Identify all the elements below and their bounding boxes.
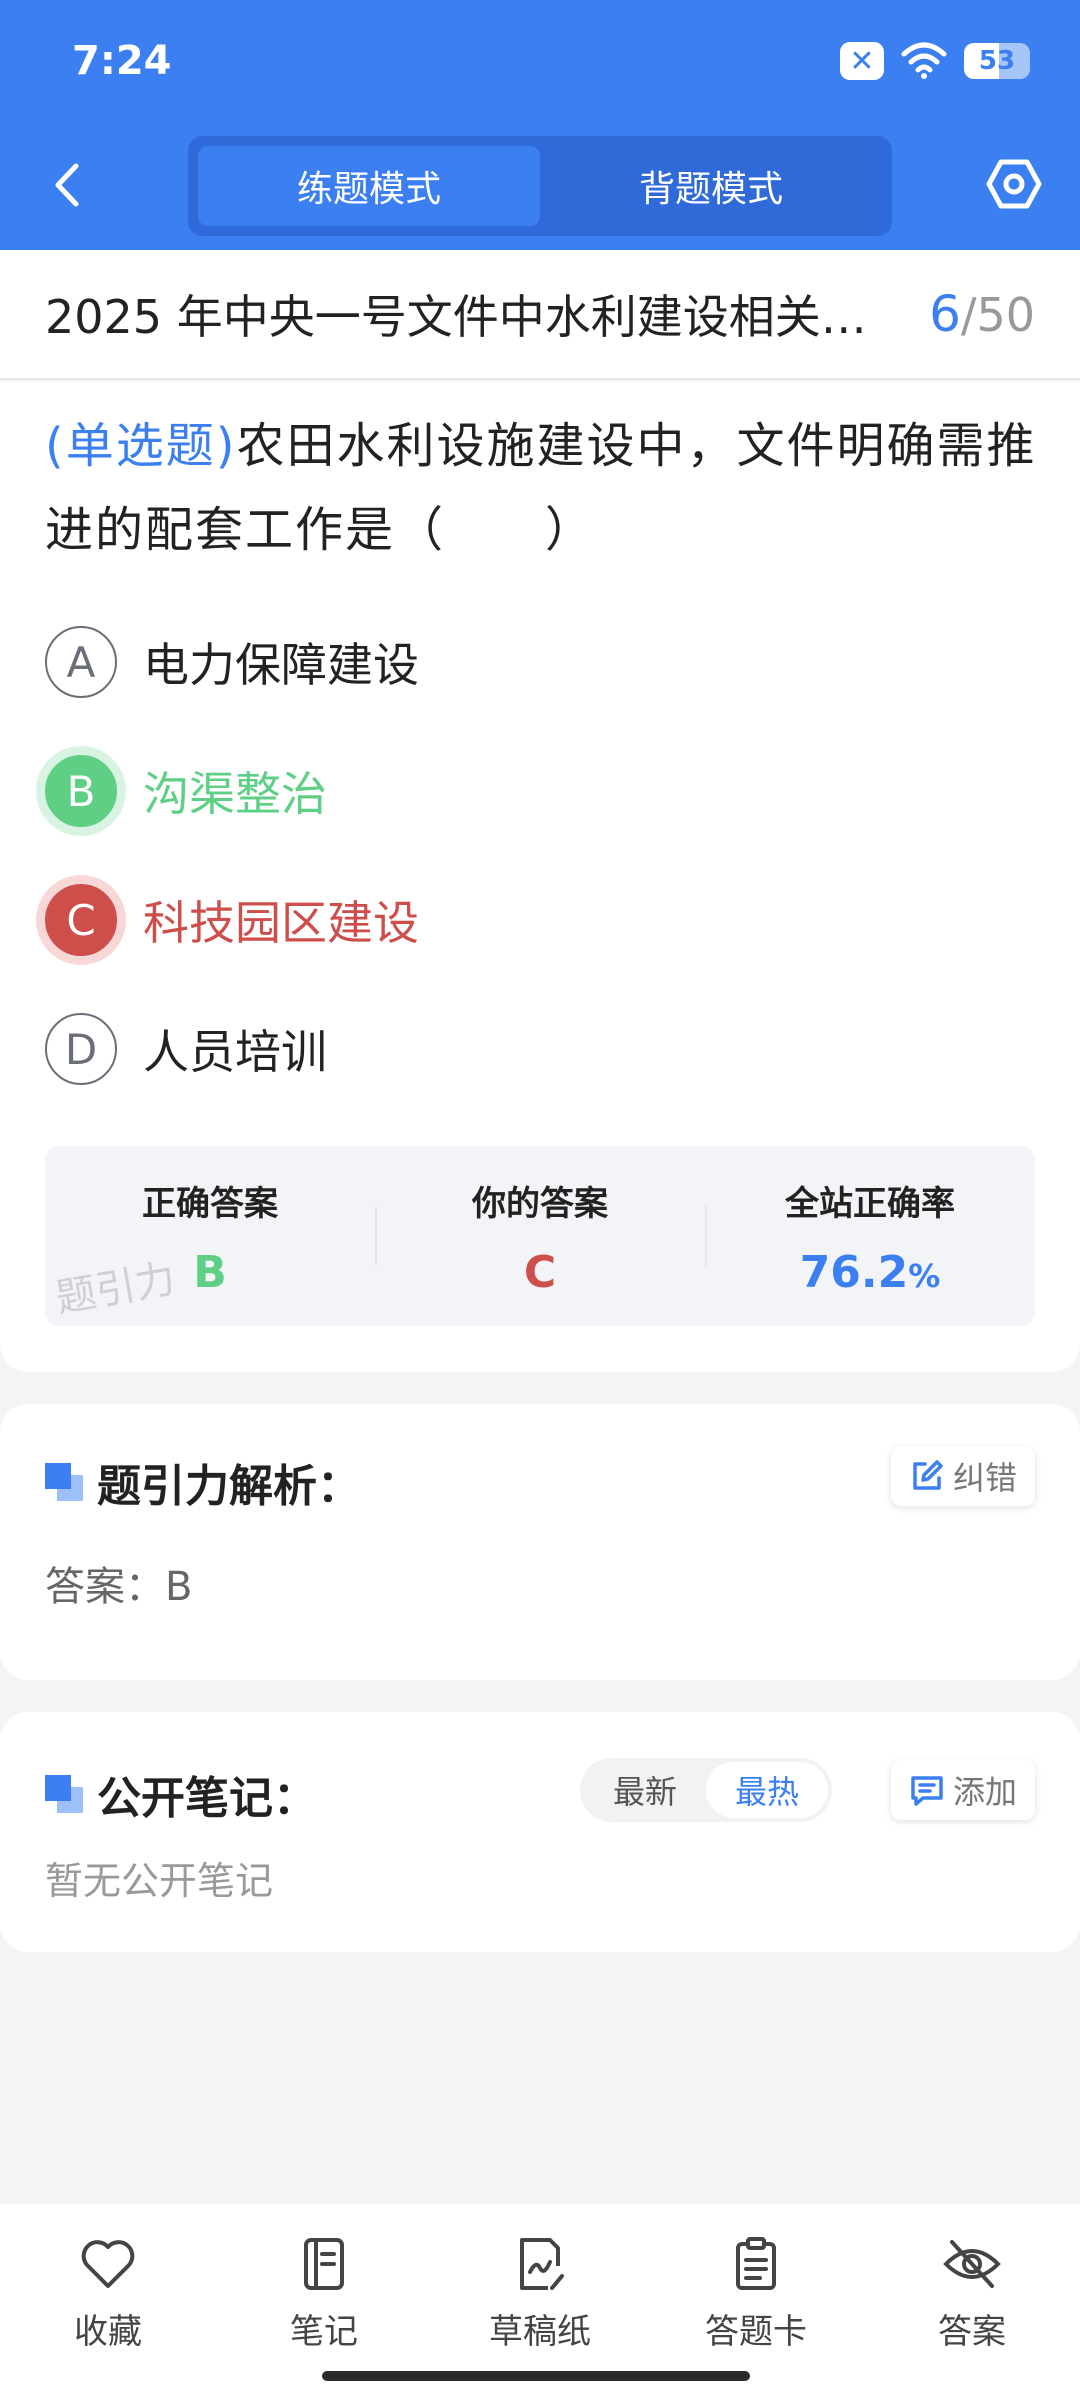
option-text: 科技园区建设 [143, 896, 419, 950]
settings-button[interactable] [984, 154, 1044, 214]
analysis-card: 题引力解析： 纠错 答案：B [0, 1404, 1080, 1680]
notes-title: 公开笔记： [97, 1773, 317, 1824]
tab-memorize-mode[interactable]: 背题模式 [540, 146, 882, 226]
wifi-icon [901, 42, 947, 79]
sort-hottest[interactable]: 最热 [706, 1762, 828, 1818]
nav-answer[interactable]: 答案 [864, 2204, 1080, 2400]
title-bar: 2025 年中央一号文件中水利建设相关… 6/50 [0, 250, 1080, 380]
notes-header: 公开笔记： [45, 1762, 317, 1826]
nav-favorite-label: 收藏 [74, 2312, 142, 2352]
your-answer-column: 你的答案 C [375, 1146, 705, 1326]
section-squares-icon [45, 1463, 83, 1501]
top-header: 7:24 ✕ 53 练题模式 背题模式 [0, 0, 1080, 250]
public-notes-card: 公开笔记： 最新 最热 添加 暂无公开笔记 [0, 1712, 1080, 1952]
option-text: 沟渠整治 [143, 767, 327, 821]
nav-answer-label: 答案 [938, 2312, 1006, 2352]
comment-icon [911, 1776, 943, 1806]
section-squares-icon [45, 1775, 83, 1813]
accuracy-value: 76.2% [800, 1247, 941, 1298]
nav-answer-sheet-label: 答题卡 [705, 2312, 807, 2352]
total-questions: 50 [976, 288, 1035, 342]
draft-paper-icon [510, 2234, 570, 2294]
edit-icon [913, 1460, 943, 1490]
counter-separator: / [960, 288, 977, 342]
correct-answer-value: B [193, 1247, 227, 1298]
nav-favorite[interactable]: 收藏 [0, 2204, 216, 2400]
nav-notes-label: 笔记 [290, 2312, 358, 2352]
your-answer-label: 你的答案 [472, 1184, 608, 1224]
option-letter: A [45, 626, 117, 698]
notes-sort-toggle: 最新 最热 [580, 1758, 832, 1822]
question-stem: (单选题)农田水利设施建设中，文件明确需推进的配套工作是（ ） [45, 404, 1040, 572]
heart-icon [78, 2234, 138, 2294]
chevron-left-icon [55, 163, 79, 207]
home-indicator[interactable] [322, 2371, 750, 2381]
battery-indicator: 53 [964, 43, 1030, 79]
add-note-button[interactable]: 添加 [890, 1760, 1035, 1820]
option-c[interactable]: C 科技园区建设 [45, 880, 419, 960]
report-error-label: 纠错 [952, 1459, 1017, 1497]
answer-summary-panel: 正确答案 B 题引力 你的答案 C 全站正确率 76.2% [45, 1146, 1035, 1326]
accuracy-label: 全站正确率 [785, 1184, 955, 1224]
watermark: 题引力 [52, 1255, 179, 1323]
back-button[interactable] [42, 155, 92, 215]
your-answer-value: C [523, 1247, 557, 1298]
answer-sheet-icon [726, 2234, 786, 2294]
correct-answer-label: 正确答案 [142, 1184, 278, 1224]
correct-answer-column: 正确答案 B 题引力 [45, 1146, 375, 1326]
sort-latest[interactable]: 最新 [584, 1762, 706, 1818]
option-letter: D [45, 1013, 117, 1085]
question-type: (单选题) [45, 418, 237, 474]
battery-level: 53 [978, 46, 1016, 76]
analysis-body: 答案：B [45, 1564, 193, 1610]
option-b[interactable]: B 沟渠整治 [45, 751, 327, 831]
tab-practice-mode[interactable]: 练题模式 [198, 146, 540, 226]
option-letter: C [45, 884, 117, 956]
option-letter: B [45, 755, 117, 827]
analysis-title: 题引力解析： [97, 1461, 361, 1512]
accuracy-column: 全站正确率 76.2% [705, 1146, 1035, 1326]
report-error-button[interactable]: 纠错 [890, 1446, 1035, 1506]
accuracy-number: 76.2 [799, 1247, 909, 1298]
nav-draft-paper-label: 草稿纸 [489, 2312, 591, 2352]
option-a[interactable]: A 电力保障建设 [45, 622, 419, 702]
exam-title: 2025 年中央一号文件中水利建设相关… [45, 290, 867, 344]
question-counter[interactable]: 6/50 [929, 285, 1035, 343]
status-time: 7:24 [72, 38, 172, 84]
option-d[interactable]: D 人员培训 [45, 1009, 327, 1089]
mode-switch: 练题模式 背题模式 [188, 136, 892, 236]
hexagon-settings-icon [986, 159, 1042, 209]
eye-off-icon [942, 2234, 1002, 2294]
option-text: 人员培训 [143, 1025, 327, 1079]
question-card: (单选题)农田水利设施建设中，文件明确需推进的配套工作是（ ） A 电力保障建设… [0, 382, 1080, 1372]
add-note-label: 添加 [952, 1773, 1017, 1811]
option-text: 电力保障建设 [143, 638, 419, 692]
notes-empty-text: 暂无公开笔记 [45, 1859, 274, 1903]
accuracy-unit: % [908, 1257, 941, 1295]
status-icons: ✕ 53 [840, 42, 1030, 80]
analysis-header: 题引力解析： [45, 1450, 361, 1514]
close-box-icon: ✕ [840, 42, 884, 80]
current-question-number: 6 [929, 285, 961, 343]
notebook-icon [294, 2234, 354, 2294]
